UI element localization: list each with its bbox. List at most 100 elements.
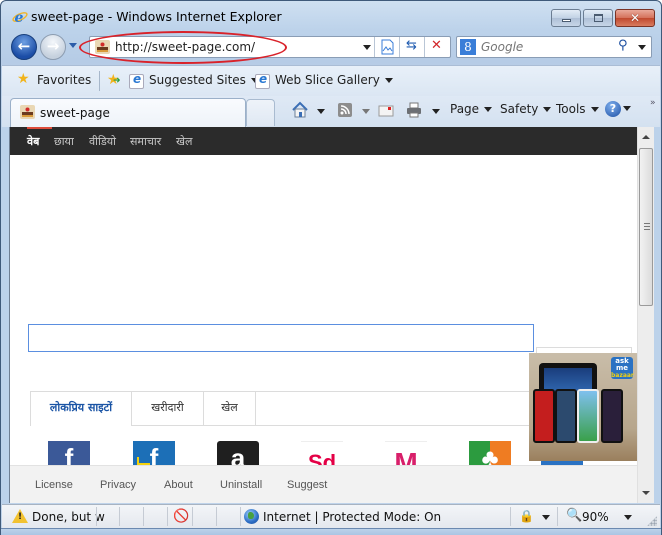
web-slice-gallery-link[interactable]: Web Slice Gallery xyxy=(275,73,393,87)
tab-shopping[interactable]: खरीदारी xyxy=(132,392,204,426)
maximize-button[interactable] xyxy=(583,9,613,27)
address-input[interactable] xyxy=(115,39,355,55)
security-zone-text[interactable]: Internet | Protected Mode: On xyxy=(263,510,441,524)
pane-separator xyxy=(167,507,168,526)
help-icon: ? xyxy=(605,101,621,117)
security-dropdown[interactable] xyxy=(542,515,550,520)
new-tab-button[interactable] xyxy=(246,99,275,126)
window-frame-left xyxy=(1,127,9,504)
favorites-bar: ★ Favorites ★ Suggested Sites Web Slice … xyxy=(2,65,660,96)
footer-about-link[interactable]: About xyxy=(164,479,193,491)
forward-button[interactable]: → xyxy=(40,34,66,60)
ie-page-icon xyxy=(255,72,270,89)
safety-menu[interactable]: Safety xyxy=(500,102,552,116)
tab-popular-sites[interactable]: लोकप्रिय साइटों xyxy=(30,392,132,426)
compatibility-view-button[interactable] xyxy=(374,37,398,57)
ie-page-icon xyxy=(129,72,144,89)
recent-pages-dropdown[interactable] xyxy=(69,43,77,48)
warning-icon[interactable]: ! xyxy=(12,509,28,523)
print-icon[interactable] xyxy=(405,101,423,119)
top-nav-web[interactable]: वेब xyxy=(27,134,39,149)
home-icon[interactable] xyxy=(291,101,309,119)
ad-phone-image xyxy=(533,389,555,443)
footer-uninstall-link[interactable]: Uninstall xyxy=(220,479,262,491)
scrollbar-thumb[interactable] xyxy=(639,148,653,306)
address-dropdown[interactable] xyxy=(363,45,371,50)
search-input[interactable] xyxy=(481,39,611,55)
search-icon[interactable]: ⚲ xyxy=(618,38,628,53)
site-favicon-icon xyxy=(20,105,35,119)
grip-icon xyxy=(644,223,650,230)
footer-suggest-link[interactable]: Suggest xyxy=(287,479,327,491)
top-nav-videos[interactable]: वीडियो xyxy=(89,134,116,149)
top-nav-news[interactable]: समाचार xyxy=(130,134,161,149)
scroll-down-arrow-icon[interactable] xyxy=(642,491,650,495)
feeds-dropdown[interactable] xyxy=(362,109,370,114)
stop-button[interactable]: ✕ xyxy=(424,37,448,57)
ie-logo-icon: e xyxy=(12,10,28,25)
stop-icon: ✕ xyxy=(431,38,442,53)
forward-arrow-icon: → xyxy=(46,37,60,55)
ad-brand-line: bazaar xyxy=(611,372,634,379)
pane-separator xyxy=(216,507,217,526)
browser-window: e sweet-page - Windows Internet Explorer… xyxy=(0,0,662,535)
ad-phone-image xyxy=(555,389,577,443)
refresh-icon: ⇆ xyxy=(406,38,417,53)
tools-menu[interactable]: Tools xyxy=(556,102,599,116)
ad-phone-image xyxy=(601,389,623,443)
status-bar: ! Done, but w 🚫 Internet | Protected Mod… xyxy=(2,504,660,528)
tabs-divider xyxy=(132,425,538,426)
pane-separator xyxy=(192,507,193,526)
chevron-down-icon xyxy=(543,107,552,112)
footer-license-link[interactable]: License xyxy=(35,479,73,491)
suggested-sites-link[interactable]: Suggested Sites xyxy=(149,73,259,87)
navigation-bar: ← → ⇆ ✕ xyxy=(1,31,661,65)
tab-sweet-page[interactable]: sweet-page xyxy=(10,98,246,127)
tab-and-command-bar: sweet-page Page Safety Tools ? » xyxy=(2,96,660,127)
search-box: 8 ⚲ xyxy=(456,36,652,58)
vertical-scrollbar[interactable] xyxy=(637,127,654,503)
zoom-dropdown[interactable] xyxy=(624,515,632,520)
ad-phone-image xyxy=(577,389,599,443)
top-nav-images[interactable]: छाया xyxy=(54,134,74,149)
more-commands-chevron-icon[interactable]: » xyxy=(650,98,656,108)
home-dropdown[interactable] xyxy=(317,109,325,114)
scroll-up-arrow-icon[interactable] xyxy=(642,135,650,139)
read-mail-icon[interactable] xyxy=(377,101,395,119)
add-to-favorites-icon[interactable]: ★ xyxy=(107,72,120,88)
zoom-magnifier-icon[interactable]: 🔍 xyxy=(566,508,582,523)
minimize-button[interactable] xyxy=(551,9,581,27)
pane-separator xyxy=(510,507,511,526)
tab-games[interactable]: खेल xyxy=(204,392,256,426)
status-text: Done, but w xyxy=(32,510,105,524)
back-button[interactable]: ← xyxy=(11,34,37,60)
search-options-dropdown[interactable] xyxy=(638,45,646,50)
window-title: sweet-page - Windows Internet Explorer xyxy=(31,9,282,24)
resize-grip-icon[interactable] xyxy=(647,516,657,526)
close-window-button[interactable]: ✕ xyxy=(615,9,655,27)
print-dropdown[interactable] xyxy=(432,109,440,114)
help-menu[interactable]: ? xyxy=(605,101,631,117)
rss-feeds-icon[interactable] xyxy=(336,101,354,119)
top-nav-games[interactable]: खेल xyxy=(176,134,192,149)
ad-brand-line: me xyxy=(615,364,629,372)
svg-text:e: e xyxy=(15,10,24,25)
favorites-separator xyxy=(99,71,100,91)
refresh-button[interactable]: ⇆ xyxy=(399,37,423,57)
favorites-button[interactable]: Favorites xyxy=(37,73,91,87)
advertisement-banner[interactable]: ask me bazaar xyxy=(529,353,637,461)
page-menu-label: Page xyxy=(450,102,480,116)
page-menu[interactable]: Page xyxy=(450,102,493,116)
page-content: वेब छाया वीडियो समाचार खेल लोकप्रिय साइट… xyxy=(9,127,637,503)
back-arrow-icon: ← xyxy=(17,37,31,55)
privacy-report-icon[interactable]: 🚫 xyxy=(173,509,189,524)
search-provider-icon[interactable]: 8 xyxy=(460,39,476,55)
footer-privacy-link[interactable]: Privacy xyxy=(100,479,136,491)
pane-separator xyxy=(557,507,558,526)
compatibility-view-icon xyxy=(381,39,394,55)
protected-mode-lock-icon[interactable]: 🔒 xyxy=(519,509,534,523)
category-tabs: लोकप्रिय साइटों खरीदारी खेल xyxy=(30,391,538,426)
window-frame-bottom xyxy=(1,528,661,535)
zoom-level[interactable]: 90% xyxy=(582,510,609,524)
page-search-input[interactable] xyxy=(28,324,534,352)
